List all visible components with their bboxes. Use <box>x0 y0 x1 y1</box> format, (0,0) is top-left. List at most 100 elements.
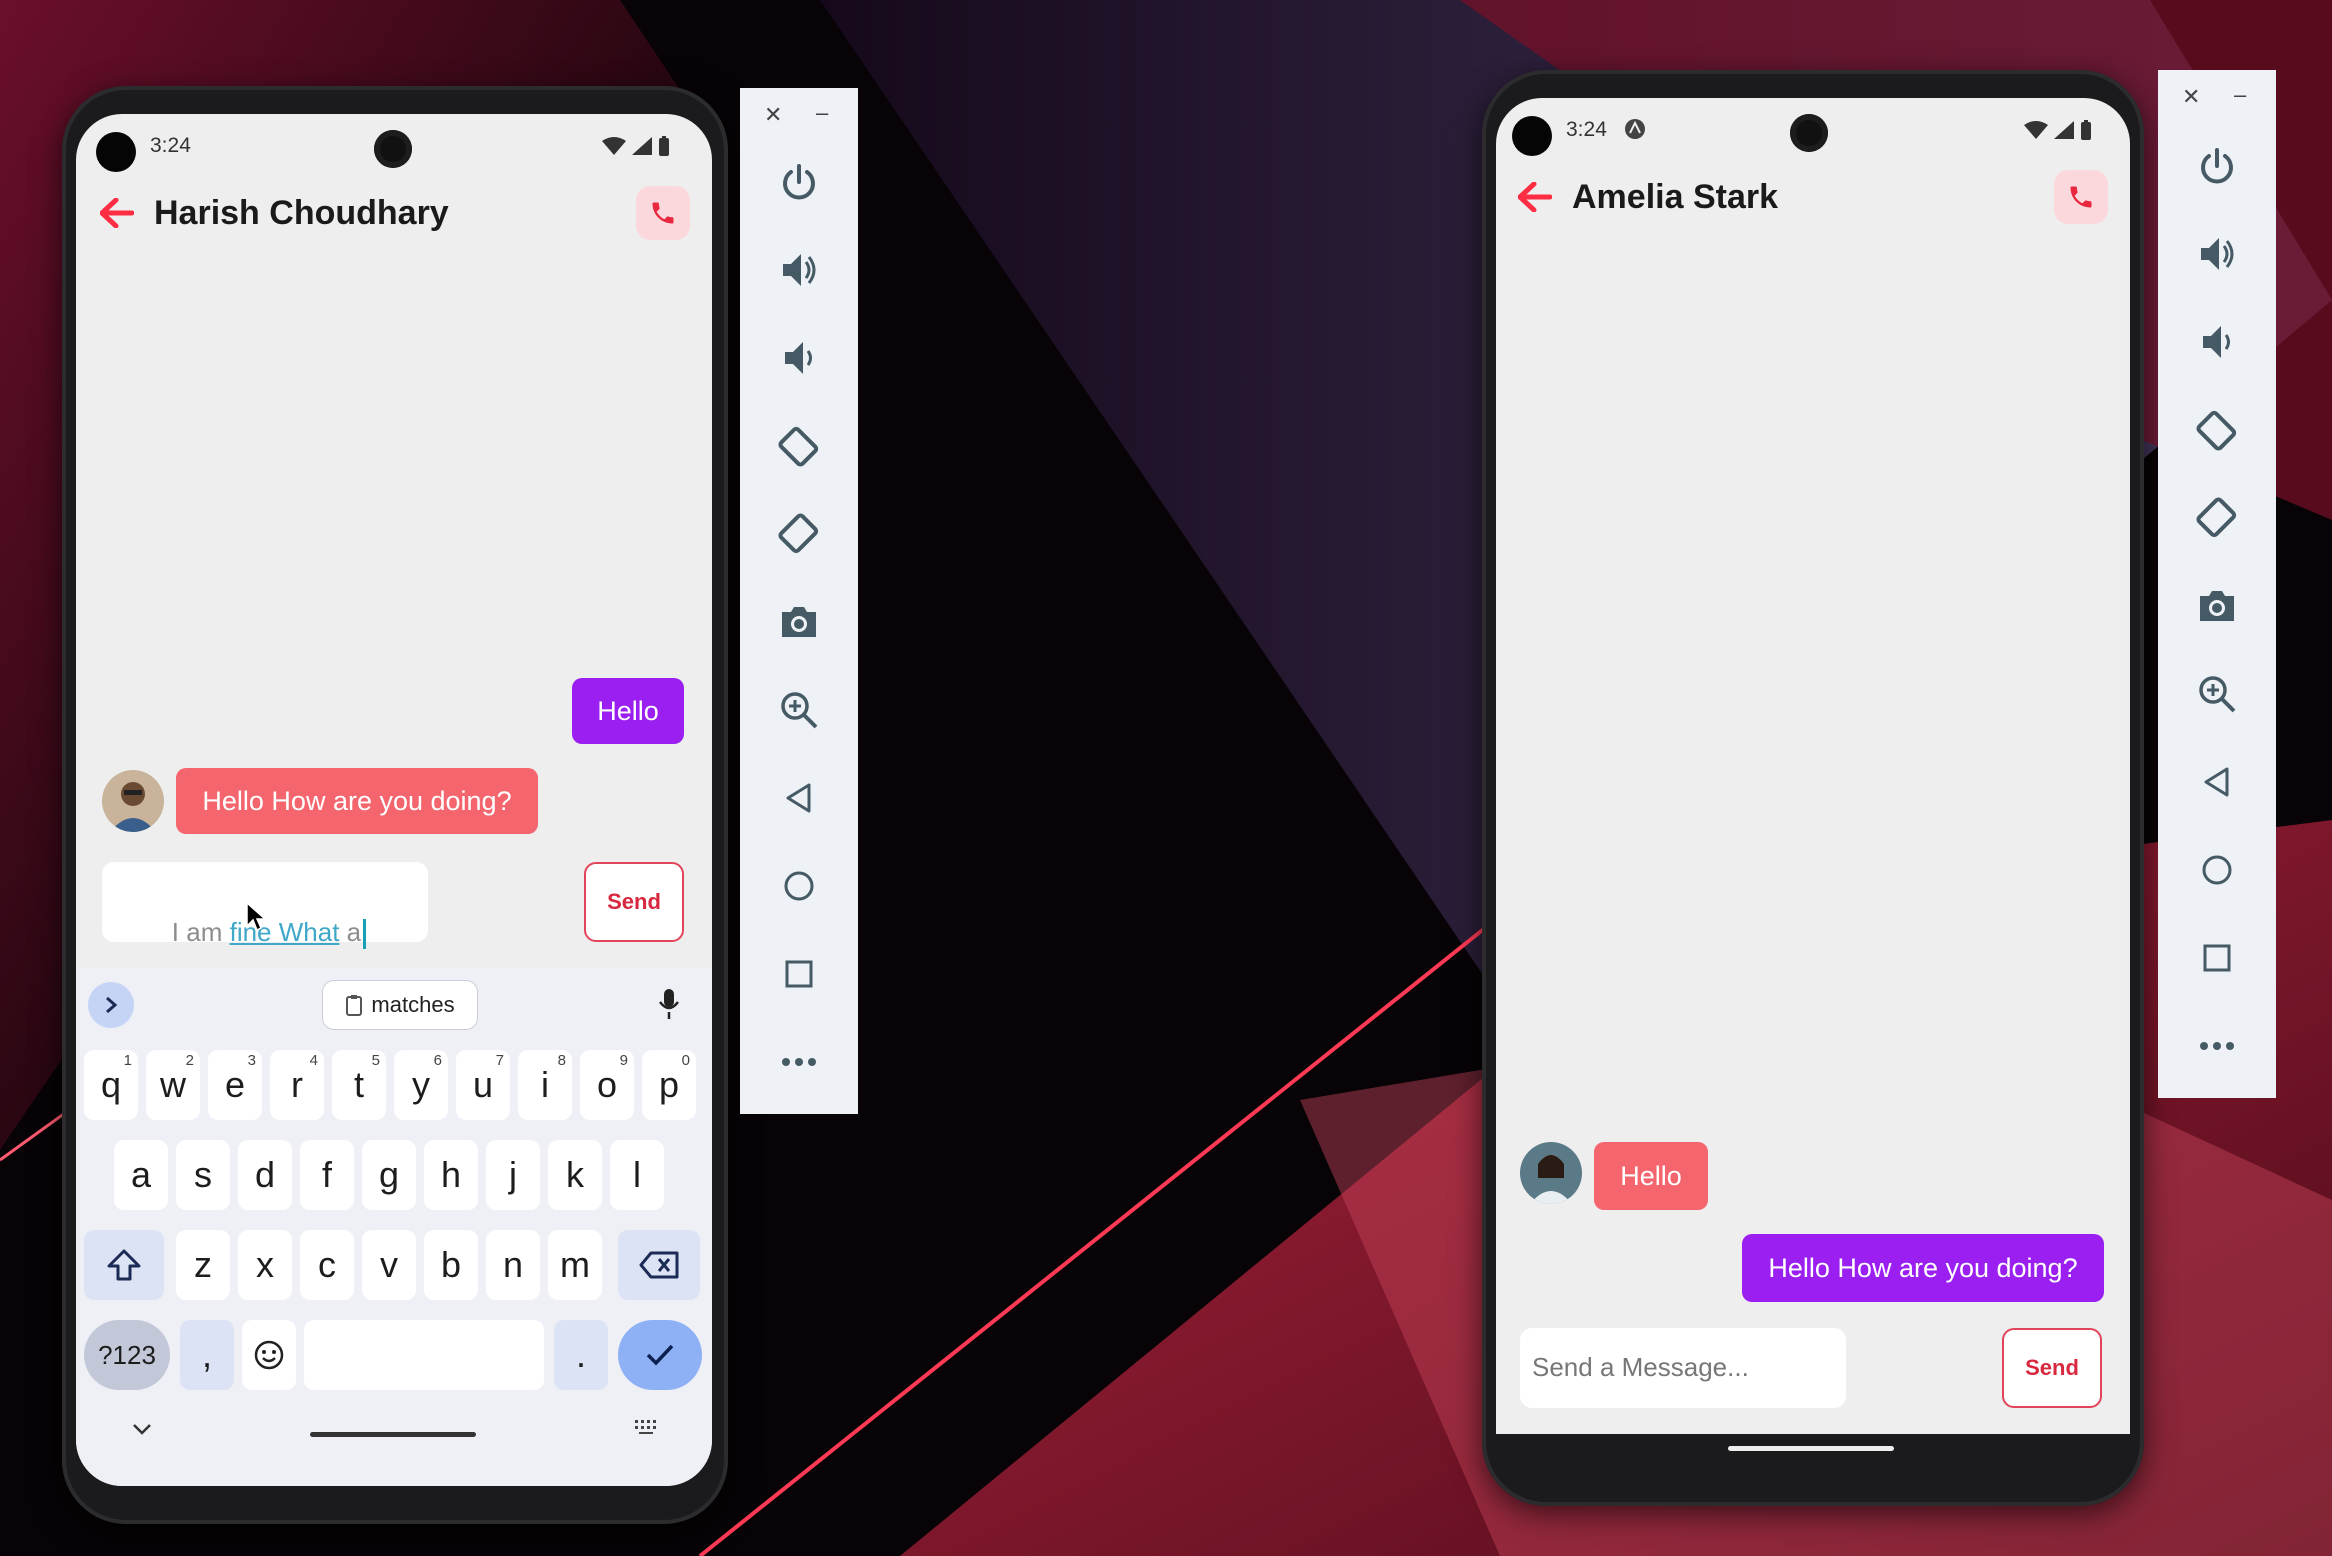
key-a[interactable]: a <box>114 1140 168 1210</box>
key-v[interactable]: v <box>362 1230 416 1300</box>
key-m[interactable]: m <box>548 1230 602 1300</box>
close-icon[interactable]: ✕ <box>764 102 782 128</box>
power-icon <box>2201 148 2233 184</box>
more-button[interactable] <box>2158 1016 2276 1076</box>
volume-up-icon <box>783 254 816 286</box>
backspace-icon <box>639 1251 679 1279</box>
volume-up-button[interactable] <box>740 240 858 300</box>
zoom-button[interactable] <box>740 680 858 740</box>
shift-key[interactable] <box>84 1230 164 1300</box>
more-button[interactable] <box>740 1032 858 1092</box>
status-bar: 3:24 <box>76 114 712 174</box>
chevron-right-icon <box>106 996 118 1014</box>
rotate-left-button[interactable] <box>740 416 858 476</box>
system-icons <box>2024 120 2092 140</box>
key-n[interactable]: n <box>486 1230 540 1300</box>
key-g[interactable]: g <box>362 1140 416 1210</box>
key-k[interactable]: k <box>548 1140 602 1210</box>
key-d[interactable]: d <box>238 1140 292 1210</box>
key-x[interactable]: x <box>238 1230 292 1300</box>
screenshot-button[interactable] <box>740 592 858 652</box>
key-h[interactable]: h <box>424 1140 478 1210</box>
chat-header: Harish Choudhary <box>76 174 712 254</box>
rotate-left-button[interactable] <box>2158 400 2276 460</box>
volume-down-button[interactable] <box>2158 312 2276 372</box>
symbols-key[interactable]: ?123 <box>84 1320 170 1390</box>
volume-down-icon <box>785 342 812 374</box>
keyboard-expand-button[interactable] <box>88 982 134 1028</box>
key-z[interactable]: z <box>176 1230 230 1300</box>
send-button[interactable]: Send <box>584 862 684 942</box>
period-key[interactable]: . <box>554 1320 608 1390</box>
rotate-right-icon <box>2196 497 2237 538</box>
contact-avatar <box>1520 1142 1582 1204</box>
key-q[interactable]: q1 <box>84 1050 138 1120</box>
back-button[interactable] <box>740 768 858 828</box>
emoji-icon <box>254 1340 284 1370</box>
message-bubble-incoming[interactable]: Hello <box>1594 1142 1708 1210</box>
key-s[interactable]: s <box>176 1140 230 1210</box>
key-f[interactable]: f <box>300 1140 354 1210</box>
message-bubble-incoming[interactable]: Hello How are you doing? <box>176 768 538 834</box>
message-input[interactable]: Send a Message... <box>1520 1328 1846 1408</box>
suggestion-text: matches <box>371 992 455 1017</box>
key-j[interactable]: j <box>486 1140 540 1210</box>
home-button[interactable] <box>740 856 858 916</box>
power-button[interactable] <box>2158 136 2276 196</box>
call-button[interactable] <box>636 186 690 240</box>
power-icon <box>783 164 815 200</box>
key-u[interactable]: u7 <box>456 1050 510 1120</box>
microphone-icon[interactable] <box>658 988 680 1020</box>
arrow-left-icon[interactable] <box>1518 182 1552 212</box>
key-e[interactable]: e3 <box>208 1050 262 1120</box>
battery-icon <box>659 136 669 156</box>
gesture-home-bar[interactable] <box>1728 1446 1894 1451</box>
volume-up-button[interactable] <box>2158 224 2276 284</box>
comma-key[interactable]: , <box>180 1320 234 1390</box>
key-o[interactable]: o9 <box>580 1050 634 1120</box>
checkmark-icon <box>646 1344 674 1366</box>
key-l[interactable]: l <box>610 1140 664 1210</box>
message-input[interactable]: I am fine What a <box>102 862 428 950</box>
home-button[interactable] <box>2158 840 2276 900</box>
spacebar-key[interactable] <box>304 1320 544 1390</box>
key-y[interactable]: y6 <box>394 1050 448 1120</box>
message-bubble-outgoing[interactable]: Hello How are you doing? <box>1742 1234 2104 1302</box>
overview-button[interactable] <box>2158 928 2276 988</box>
message-text: Hello How are you doing? <box>1768 1252 2078 1283</box>
zoom-button[interactable] <box>2158 664 2276 724</box>
key-w[interactable]: w2 <box>146 1050 200 1120</box>
keyboard-hide-icon[interactable] <box>132 1422 152 1436</box>
volume-down-button[interactable] <box>740 328 858 388</box>
key-b[interactable]: b <box>424 1230 478 1300</box>
power-button[interactable] <box>740 152 858 212</box>
minimize-icon[interactable]: – <box>816 100 828 126</box>
close-icon[interactable]: ✕ <box>2182 84 2200 110</box>
backspace-key[interactable] <box>618 1230 700 1300</box>
send-button[interactable]: Send <box>2002 1328 2102 1408</box>
key-r[interactable]: r4 <box>270 1050 324 1120</box>
gesture-home-bar[interactable] <box>310 1432 476 1437</box>
key-c[interactable]: c <box>300 1230 354 1300</box>
home-icon <box>2202 855 2232 885</box>
volume-down-icon <box>2203 326 2230 358</box>
minimize-icon[interactable]: – <box>2234 82 2246 108</box>
message-bubble-outgoing[interactable]: Hello <box>572 678 684 744</box>
keyboard-switch-icon[interactable] <box>634 1418 660 1436</box>
rotate-right-button[interactable] <box>740 504 858 564</box>
arrow-left-icon[interactable] <box>100 198 134 228</box>
overview-icon <box>785 960 813 988</box>
enter-key[interactable] <box>618 1320 702 1390</box>
key-t[interactable]: t5 <box>332 1050 386 1120</box>
key-p[interactable]: p0 <box>642 1050 696 1120</box>
overview-button[interactable] <box>740 944 858 1004</box>
key-i[interactable]: i8 <box>518 1050 572 1120</box>
call-button[interactable] <box>2054 170 2108 224</box>
zoom-in-icon <box>2199 676 2236 713</box>
clipboard-suggestion-chip[interactable]: matches <box>322 980 478 1030</box>
back-button[interactable] <box>2158 752 2276 812</box>
emoji-key[interactable] <box>242 1320 296 1390</box>
rotate-right-button[interactable] <box>2158 488 2276 548</box>
screenshot-button[interactable] <box>2158 576 2276 636</box>
overview-icon <box>2203 944 2231 972</box>
